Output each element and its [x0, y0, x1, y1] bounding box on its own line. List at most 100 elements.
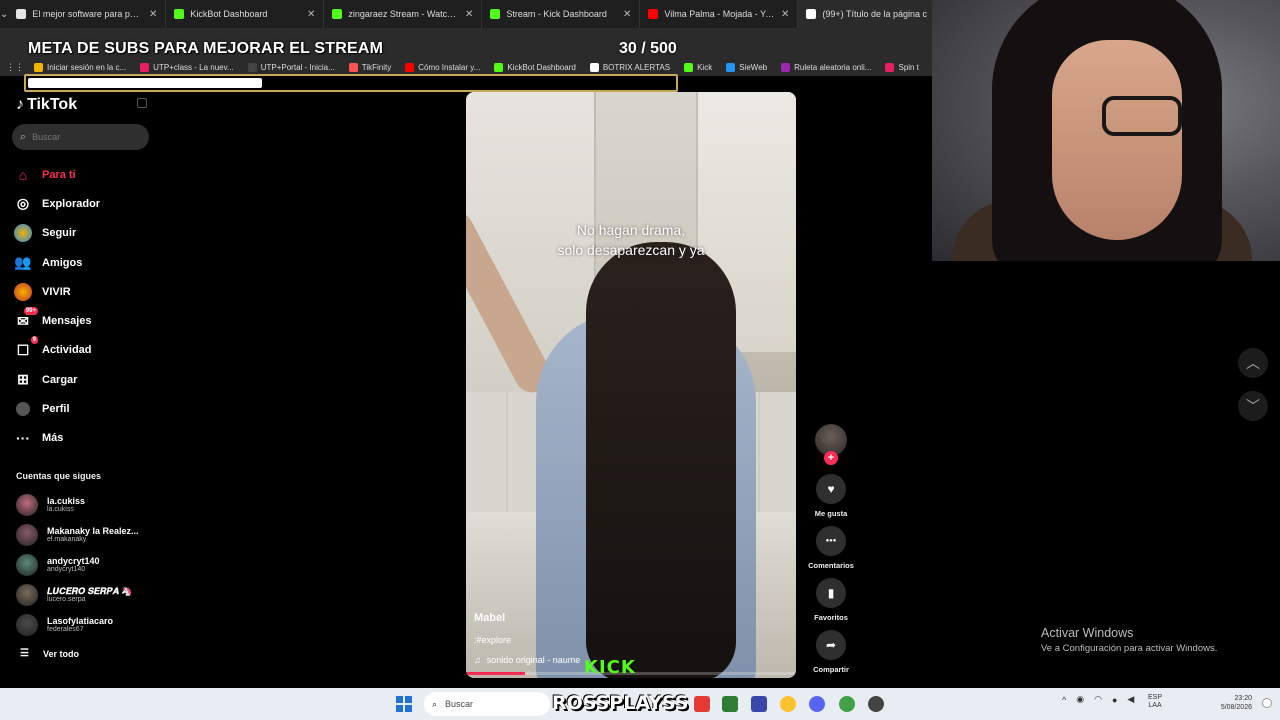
tray-app-icon[interactable]: ◉ — [1076, 694, 1084, 705]
tab-close-icon[interactable]: ✕ — [307, 9, 315, 20]
bookmark-icon[interactable]: ▮ — [816, 578, 846, 608]
tiktok-note-icon: ♪ — [16, 96, 24, 113]
activity-icon: ☐ 9 — [16, 336, 38, 358]
sidebar-item-compass[interactable]: ◎ Explorador — [14, 189, 154, 218]
bookmark-item[interactable]: Ruleta aleatoria onli... — [781, 62, 871, 72]
sidebar-item-activity[interactable]: ☐ 9 Actividad — [14, 336, 154, 365]
tiktok-brand: TikTok — [27, 96, 78, 113]
avatar — [16, 524, 38, 546]
sidebar-item-label: Amigos — [42, 256, 83, 269]
sidebar-item-label: Actividad — [42, 344, 92, 357]
comment-action[interactable]: ●●● Comentarios — [808, 526, 854, 570]
bookmark-item[interactable]: Kick — [684, 62, 712, 72]
input-language[interactable]: ESP LAA — [1148, 694, 1162, 711]
bookmark-item[interactable]: UTP+Portal - Inicia... — [247, 62, 335, 72]
next-video-button[interactable]: ﹀ — [1238, 391, 1268, 421]
browser-tab[interactable]: KickBot Dashboard ✕ — [166, 0, 325, 28]
tiktok-logo[interactable]: ♪ TikTok — [16, 96, 77, 114]
kick-logo: KICK — [584, 657, 636, 678]
sidebar-item-home[interactable]: ⌂ Para ti — [14, 160, 154, 189]
account-name: 𝑳𝑼𝑪𝑬𝑹𝑶 𝑺𝑬𝑹𝑷𝑨 🦄 — [47, 585, 133, 596]
following-account[interactable]: 𝑳𝑼𝑪𝑬𝑹𝑶 𝑺𝑬𝑹𝑷𝑨 🦄 lucero.serpa — [16, 580, 156, 610]
sidebar-item-more[interactable]: ··· Más — [14, 424, 154, 453]
sub-goal-progress-bar — [24, 74, 678, 92]
bookmark-item[interactable]: KickBot Dashboard — [494, 62, 576, 72]
bookmark-item[interactable]: SieWeb — [726, 62, 767, 72]
tab-close-icon[interactable]: ✕ — [149, 9, 157, 20]
search-icon: ⌕ — [432, 698, 438, 709]
bookmark-item[interactable]: Spin t — [885, 62, 919, 72]
heart-icon[interactable]: ♥ — [816, 474, 846, 504]
tab-close-icon[interactable]: ✕ — [623, 9, 631, 20]
see-all-link[interactable]: ☰ Ver todo — [20, 648, 79, 659]
sidebar-item-following[interactable]: Seguir — [14, 219, 154, 248]
bookmark-label: Iniciar sesión en la c... — [47, 62, 127, 72]
app-icon-2[interactable] — [722, 696, 738, 712]
video-player[interactable]: No hagan drama, solo desaparezcan y ya M… — [466, 92, 796, 678]
activate-subtitle: Ve a Configuración para activar Windows. — [1041, 643, 1218, 654]
chrome-alt-icon[interactable] — [839, 696, 855, 712]
browser-tab[interactable]: El mejor software para potencia ✕ — [8, 0, 167, 28]
share-icon[interactable]: ➦ — [816, 630, 846, 660]
bookmark-item[interactable]: Cómo Instalar y... — [405, 62, 481, 72]
discord-icon[interactable] — [809, 696, 825, 712]
video-caption-line1: No hagan drama, — [576, 222, 686, 238]
search-box[interactable]: ⌕ — [12, 124, 149, 150]
heart-action[interactable]: ♥ Me gusta — [808, 474, 854, 518]
following-account[interactable]: la.cukiss la.cukiss — [16, 490, 156, 520]
music-note-icon: ♫ — [474, 655, 481, 665]
bookmark-label: Cómo Instalar y... — [418, 62, 481, 72]
follow-plus-icon[interactable]: + — [824, 451, 838, 465]
following-account[interactable]: Makanaky la Realez... el.makanaky — [16, 520, 156, 550]
bookmark-action[interactable]: ▮ Favoritos — [808, 578, 854, 622]
following-icon — [14, 224, 32, 243]
mic-icon[interactable]: ● — [1112, 695, 1117, 705]
home-icon: ⌂ — [18, 166, 28, 183]
tray-expand-icon[interactable]: ^ — [1062, 695, 1066, 705]
bookmark-item[interactable]: BOTRIX ALERTAS — [589, 62, 670, 72]
taskbar-clock[interactable]: 23:20 5/08/2026 — [1212, 694, 1252, 713]
following-account[interactable]: Lasofylatiacaro federales67 — [16, 610, 156, 640]
video-scene-hair — [586, 242, 736, 678]
friends-icon: 👥 — [14, 254, 32, 271]
bookmark-item[interactable]: UTP+class - La nuev... — [140, 62, 234, 72]
comment-icon[interactable]: ●●● — [816, 526, 846, 556]
search-input[interactable] — [32, 132, 133, 142]
clock-date: 5/08/2026 — [1220, 704, 1252, 712]
sidebar-collapse-icon[interactable] — [137, 98, 147, 108]
app-icon-1[interactable] — [694, 696, 710, 712]
live-icon — [14, 282, 32, 301]
sidebar-item-profile[interactable]: Perfil — [14, 394, 154, 423]
notification-icon[interactable] — [1262, 698, 1272, 708]
sidebar-item-upload[interactable]: ⊞ Cargar — [14, 365, 154, 394]
bookmark-item[interactable]: Iniciar sesión en la c... — [34, 62, 127, 72]
browser-tab[interactable]: Stream - Kick Dashboard ✕ — [482, 0, 641, 28]
share-action[interactable]: ➦ Compartir — [808, 630, 854, 674]
tab-close-icon[interactable]: ✕ — [465, 9, 473, 20]
wifi-icon[interactable]: ◠ — [1094, 694, 1102, 705]
following-account[interactable]: andycryt140 andycryt140 — [16, 550, 156, 580]
speaker-icon[interactable]: ◀ — [1127, 694, 1134, 705]
video-hashtag[interactable]: :#explore — [474, 635, 511, 645]
app-icon-3[interactable] — [751, 696, 767, 712]
chrome-icon[interactable] — [780, 696, 796, 712]
tab-close-icon[interactable]: ✕ — [781, 9, 789, 20]
taskbar-search[interactable]: ⌕ Buscar — [424, 692, 550, 716]
sidebar-item-live[interactable]: VIVIR — [14, 277, 154, 306]
apps-grid-icon[interactable]: ⋮⋮ — [6, 62, 24, 73]
previous-video-button[interactable]: ︿ — [1238, 348, 1268, 378]
creator-avatar[interactable]: + — [815, 424, 847, 465]
sidebar-item-friends[interactable]: 👥 Amigos — [14, 248, 154, 277]
bookmark-item[interactable]: TikFinity — [348, 62, 391, 72]
tab-search-icon[interactable]: ⌄ — [0, 0, 8, 28]
browser-tab[interactable]: Vilma Palma - Mojada - YouTub ✕ — [640, 0, 799, 28]
video-sound[interactable]: ♫ sonido original - naume — [474, 655, 580, 665]
taskbar-search-label: Buscar — [445, 699, 474, 709]
video-action-rail: + ♥ Me gusta ●●● Comentarios ▮ Favoritos ➦ Comp… — [806, 424, 856, 682]
video-author[interactable]: Mabel — [474, 612, 505, 624]
bookmark-label: UTP+class - La nuev... — [153, 62, 234, 72]
browser-tab[interactable]: zingaraez Stream - Watch Live ✕ — [324, 0, 483, 28]
app-icon-7[interactable] — [868, 696, 884, 712]
start-button[interactable] — [396, 696, 412, 712]
sidebar-item-messages[interactable]: ✉ 99+ Mensajes — [14, 306, 154, 335]
